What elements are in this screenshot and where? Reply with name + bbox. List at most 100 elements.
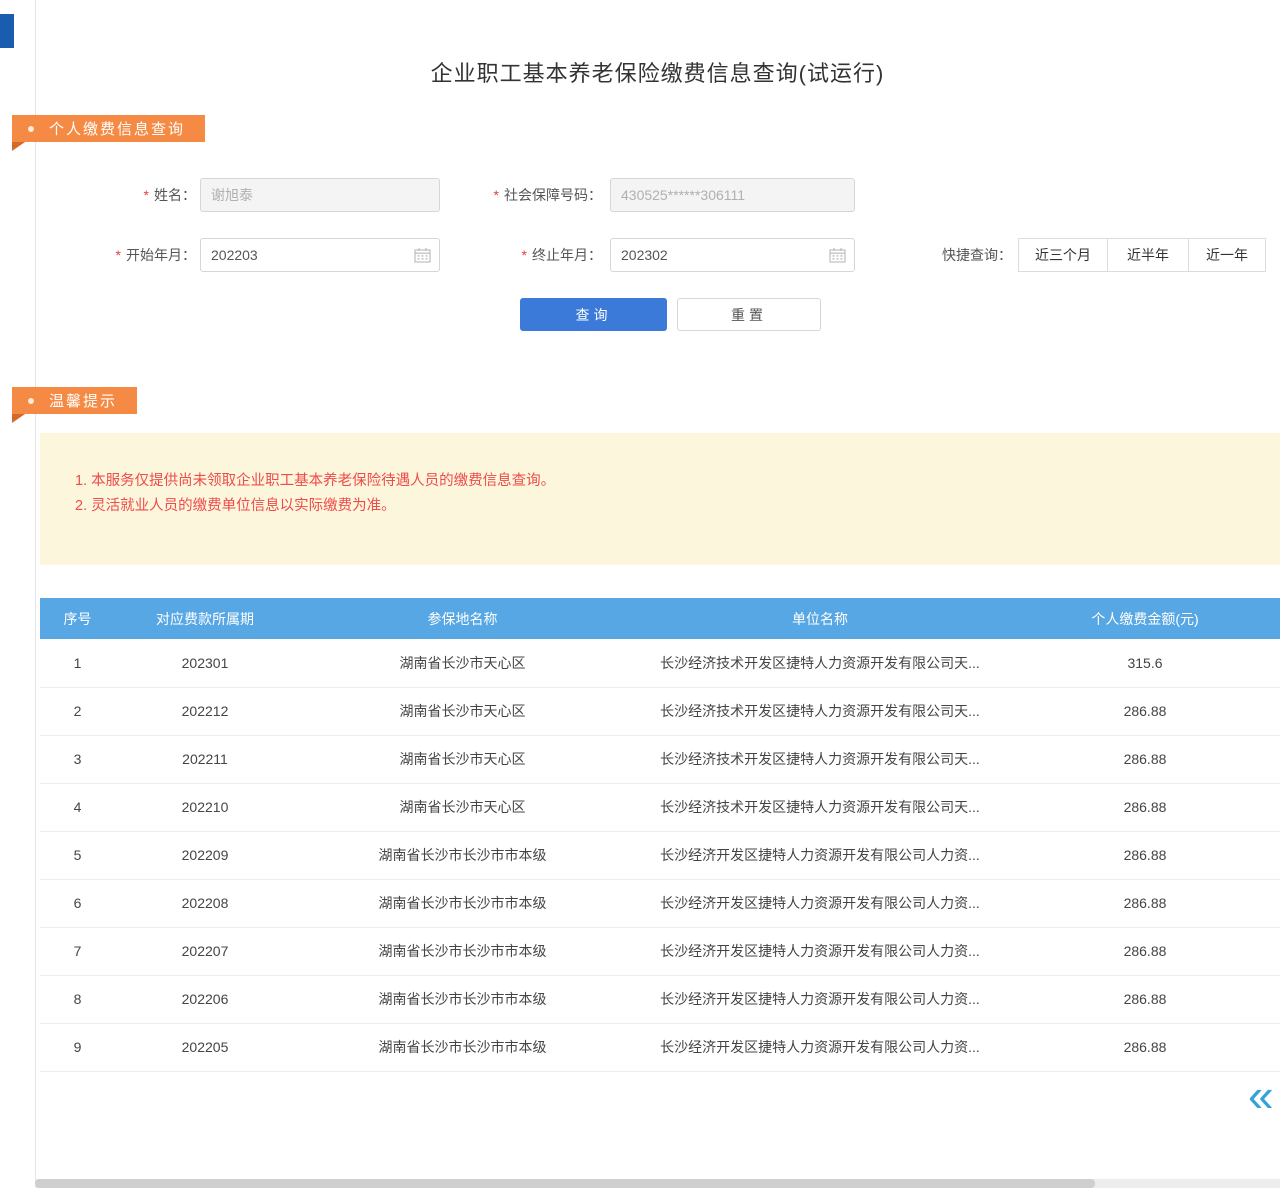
- calendar-icon[interactable]: [829, 247, 846, 263]
- notice-line: 1. 本服务仅提供尚未领取企业职工基本养老保险待遇人员的缴费信息查询。: [75, 469, 1260, 494]
- cell-period: 202209: [115, 831, 295, 879]
- page-title: 企业职工基本养老保险缴费信息查询(试运行): [35, 56, 1280, 88]
- cell-area: 湖南省长沙市长沙市市本级: [295, 975, 630, 1023]
- cell-period: 202205: [115, 1023, 295, 1071]
- name-label: *姓名：: [60, 178, 196, 212]
- cell-period: 202207: [115, 927, 295, 975]
- start-month-label: *开始年月：: [60, 238, 196, 272]
- notice-box: 1. 本服务仅提供尚未领取企业职工基本养老保险待遇人员的缴费信息查询。 2. 灵…: [40, 433, 1280, 565]
- cell-area: 湖南省长沙市天心区: [295, 639, 630, 687]
- table-row: 7 202207 湖南省长沙市长沙市市本级 长沙经济开发区捷特人力资源开发有限公…: [40, 927, 1280, 975]
- cell-company: 长沙经济技术开发区捷特人力资源开发有限公司天...: [630, 687, 1010, 735]
- start-month-field[interactable]: [200, 238, 440, 272]
- quick-query-group: 近三个月 近半年 近一年: [1018, 238, 1266, 272]
- required-asterisk: *: [116, 247, 121, 263]
- end-month-field[interactable]: [610, 238, 855, 272]
- cell-period: 202210: [115, 783, 295, 831]
- cell-period: 202301: [115, 639, 295, 687]
- cell-amount: 286.88: [1010, 831, 1280, 879]
- header-seq: 序号: [40, 598, 115, 639]
- bullet-icon: [28, 126, 34, 132]
- cell-company: 长沙经济开发区捷特人力资源开发有限公司人力资...: [630, 879, 1010, 927]
- cell-amount: 286.88: [1010, 783, 1280, 831]
- section-badge-tips: 温馨提示: [12, 387, 137, 414]
- table-row: 8 202206 湖南省长沙市长沙市市本级 长沙经济开发区捷特人力资源开发有限公…: [40, 975, 1280, 1023]
- cell-amount: 286.88: [1010, 975, 1280, 1023]
- cell-amount: 286.88: [1010, 687, 1280, 735]
- cell-area: 湖南省长沙市长沙市市本级: [295, 831, 630, 879]
- cell-area: 湖南省长沙市长沙市市本级: [295, 1023, 630, 1071]
- section-badge-label: 温馨提示: [49, 390, 117, 411]
- cell-area: 湖南省长沙市长沙市市本级: [295, 927, 630, 975]
- table-row: 3 202211 湖南省长沙市天心区 长沙经济技术开发区捷特人力资源开发有限公司…: [40, 735, 1280, 783]
- cell-amount: 286.88: [1010, 927, 1280, 975]
- cell-seq: 4: [40, 783, 115, 831]
- quick-query-1-year-button[interactable]: 近一年: [1188, 238, 1266, 272]
- cell-period: 202211: [115, 735, 295, 783]
- ssn-label: *社会保障号码：: [440, 178, 602, 212]
- cell-company: 长沙经济开发区捷特人力资源开发有限公司人力资...: [630, 831, 1010, 879]
- cell-company: 长沙经济开发区捷特人力资源开发有限公司人力资...: [630, 1023, 1010, 1071]
- cell-company: 长沙经济技术开发区捷特人力资源开发有限公司天...: [630, 735, 1010, 783]
- reset-button[interactable]: 重置: [677, 298, 821, 331]
- header-company: 单位名称: [630, 598, 1010, 639]
- cell-area: 湖南省长沙市天心区: [295, 735, 630, 783]
- cell-period: 202208: [115, 879, 295, 927]
- required-asterisk: *: [522, 247, 527, 263]
- table-row: 6 202208 湖南省长沙市长沙市市本级 长沙经济开发区捷特人力资源开发有限公…: [40, 879, 1280, 927]
- query-button[interactable]: 查询: [520, 298, 667, 331]
- quick-query-label: 快捷查询：: [905, 238, 1012, 272]
- cell-amount: 286.88: [1010, 735, 1280, 783]
- cell-company: 长沙经济开发区捷特人力资源开发有限公司人力资...: [630, 975, 1010, 1023]
- cell-company: 长沙经济技术开发区捷特人力资源开发有限公司天...: [630, 783, 1010, 831]
- required-asterisk: *: [494, 187, 499, 203]
- table-header-row: 序号 对应费款所属期 参保地名称 单位名称 个人缴费金额(元): [40, 598, 1280, 639]
- table-row: 2 202212 湖南省长沙市天心区 长沙经济技术开发区捷特人力资源开发有限公司…: [40, 687, 1280, 735]
- cell-seq: 9: [40, 1023, 115, 1071]
- cell-area: 湖南省长沙市天心区: [295, 687, 630, 735]
- cell-seq: 8: [40, 975, 115, 1023]
- cell-area: 湖南省长沙市长沙市市本级: [295, 879, 630, 927]
- section-badge-label: 个人缴费信息查询: [49, 118, 185, 139]
- end-month-input[interactable]: [610, 238, 855, 272]
- table-row: 1 202301 湖南省长沙市天心区 长沙经济技术开发区捷特人力资源开发有限公司…: [40, 639, 1280, 687]
- cell-seq: 6: [40, 879, 115, 927]
- cell-seq: 2: [40, 687, 115, 735]
- pension-query-page: 企业职工基本养老保险缴费信息查询(试运行) 个人缴费信息查询 *姓名： *社会保…: [0, 0, 1280, 1188]
- header-area: 参保地名称: [295, 598, 630, 639]
- cell-period: 202206: [115, 975, 295, 1023]
- table-row: 5 202209 湖南省长沙市长沙市市本级 长沙经济开发区捷特人力资源开发有限公…: [40, 831, 1280, 879]
- header-amount: 个人缴费金额(元): [1010, 598, 1280, 639]
- end-month-label: *终止年月：: [440, 238, 602, 272]
- cell-company: 长沙经济技术开发区捷特人力资源开发有限公司天...: [630, 639, 1010, 687]
- collapse-double-chevron-icon[interactable]: «: [1248, 1072, 1274, 1118]
- cell-amount: 286.88: [1010, 1023, 1280, 1071]
- name-input: [200, 178, 440, 212]
- section-badge-personal-query: 个人缴费信息查询: [12, 115, 205, 142]
- cell-seq: 7: [40, 927, 115, 975]
- cell-seq: 1: [40, 639, 115, 687]
- start-month-input[interactable]: [200, 238, 440, 272]
- payment-records-table: 序号 对应费款所属期 参保地名称 单位名称 个人缴费金额(元) 1 202301…: [40, 598, 1280, 1072]
- header-period: 对应费款所属期: [115, 598, 295, 639]
- panel-divider: [35, 0, 36, 1188]
- table-row: 9 202205 湖南省长沙市长沙市市本级 长沙经济开发区捷特人力资源开发有限公…: [40, 1023, 1280, 1071]
- cell-amount: 315.6: [1010, 639, 1280, 687]
- table-row: 4 202210 湖南省长沙市天心区 长沙经济技术开发区捷特人力资源开发有限公司…: [40, 783, 1280, 831]
- cell-amount: 286.88: [1010, 879, 1280, 927]
- scrollbar-thumb[interactable]: [35, 1179, 1095, 1188]
- quick-query-half-year-button[interactable]: 近半年: [1107, 238, 1189, 272]
- cell-company: 长沙经济开发区捷特人力资源开发有限公司人力资...: [630, 927, 1010, 975]
- required-asterisk: *: [144, 187, 149, 203]
- cell-area: 湖南省长沙市天心区: [295, 783, 630, 831]
- ssn-input: [610, 178, 855, 212]
- cell-seq: 5: [40, 831, 115, 879]
- horizontal-scrollbar[interactable]: [35, 1179, 1280, 1188]
- quick-query-3-months-button[interactable]: 近三个月: [1018, 238, 1108, 272]
- notice-line: 2. 灵活就业人员的缴费单位信息以实际缴费为准。: [75, 494, 1260, 519]
- cell-seq: 3: [40, 735, 115, 783]
- calendar-icon[interactable]: [414, 247, 431, 263]
- sidebar-indicator: [0, 14, 14, 48]
- bullet-icon: [28, 398, 34, 404]
- cell-period: 202212: [115, 687, 295, 735]
